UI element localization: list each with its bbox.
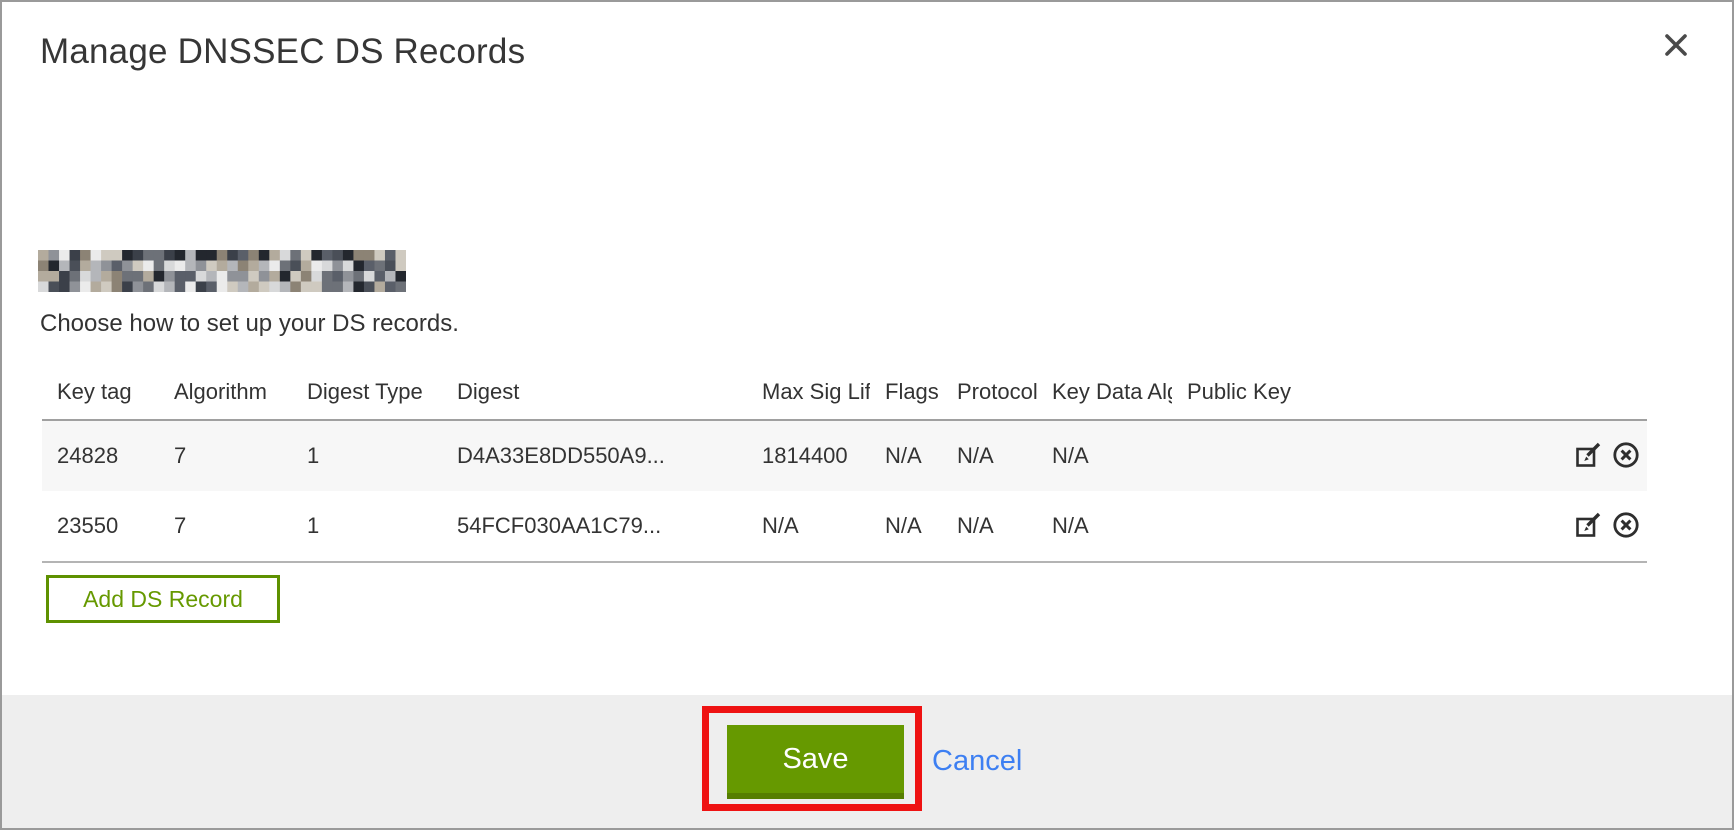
column-header: Digest	[442, 364, 747, 420]
edit-icon	[1573, 510, 1603, 540]
table-cell: 54FCF030AA1C79...	[442, 491, 747, 562]
edit-record-button[interactable]	[1573, 440, 1603, 473]
add-ds-record-button[interactable]: Add DS Record	[46, 575, 280, 623]
cancel-link[interactable]: Cancel	[932, 745, 1022, 778]
table-cell: 23550	[42, 491, 159, 562]
table-cell: 1	[292, 491, 442, 562]
table-cell: N/A	[747, 491, 870, 562]
remove-record-button[interactable]	[1611, 510, 1641, 543]
edit-icon	[1573, 440, 1603, 470]
table-cell: 1814400	[747, 420, 870, 491]
save-button[interactable]: Save	[727, 725, 904, 799]
column-header: Public Key	[1172, 364, 1547, 420]
instruction-text: Choose how to set up your DS records.	[40, 310, 459, 338]
table-cell: D4A33E8DD550A9...	[442, 420, 747, 491]
actions-column-header	[1547, 364, 1647, 420]
table-cell	[1172, 420, 1547, 491]
column-header: Flags	[870, 364, 942, 420]
table-cell: 1	[292, 420, 442, 491]
table-cell	[1172, 491, 1547, 562]
table-body: 2482871D4A33E8DD550A9...1814400N/AN/AN/A…	[42, 420, 1647, 562]
table-cell: N/A	[1037, 420, 1172, 491]
row-actions	[1547, 420, 1647, 491]
dnssec-modal: Manage DNSSEC DS Records Choose how to s…	[0, 0, 1734, 830]
remove-icon	[1611, 510, 1641, 540]
table-cell: 7	[159, 420, 292, 491]
column-header: Key tag	[42, 364, 159, 420]
ds-records-table: Key tagAlgorithmDigest TypeDigestMax Sig…	[42, 364, 1647, 563]
column-header: Key Data Alg	[1037, 364, 1172, 420]
edit-record-button[interactable]	[1573, 510, 1603, 543]
pixelated-domain-mosaic	[38, 250, 406, 292]
annotation-highlight-box: Save	[702, 706, 922, 811]
modal-footer: Save Cancel	[2, 695, 1732, 828]
table-row: 235507154FCF030AA1C79...N/AN/AN/AN/A	[42, 491, 1647, 562]
page-title: Manage DNSSEC DS Records	[40, 32, 525, 72]
table-cell: N/A	[870, 491, 942, 562]
column-header: Protocol	[942, 364, 1037, 420]
table-cell: 24828	[42, 420, 159, 491]
remove-icon	[1611, 440, 1641, 470]
close-x-icon	[1663, 32, 1689, 58]
table-row: 2482871D4A33E8DD550A9...1814400N/AN/AN/A	[42, 420, 1647, 491]
table-header-row: Key tagAlgorithmDigest TypeDigestMax Sig…	[42, 364, 1647, 420]
close-icon[interactable]	[1658, 28, 1694, 64]
table-cell: N/A	[870, 420, 942, 491]
table-cell: N/A	[942, 420, 1037, 491]
table-header: Key tagAlgorithmDigest TypeDigestMax Sig…	[42, 364, 1647, 420]
column-header: Algorithm	[159, 364, 292, 420]
column-header: Max Sig Life	[747, 364, 870, 420]
table-cell: N/A	[942, 491, 1037, 562]
table-cell: N/A	[1037, 491, 1172, 562]
redacted-domain-name	[38, 250, 406, 292]
remove-record-button[interactable]	[1611, 440, 1641, 473]
row-actions	[1547, 491, 1647, 562]
column-header: Digest Type	[292, 364, 442, 420]
table-cell: 7	[159, 491, 292, 562]
